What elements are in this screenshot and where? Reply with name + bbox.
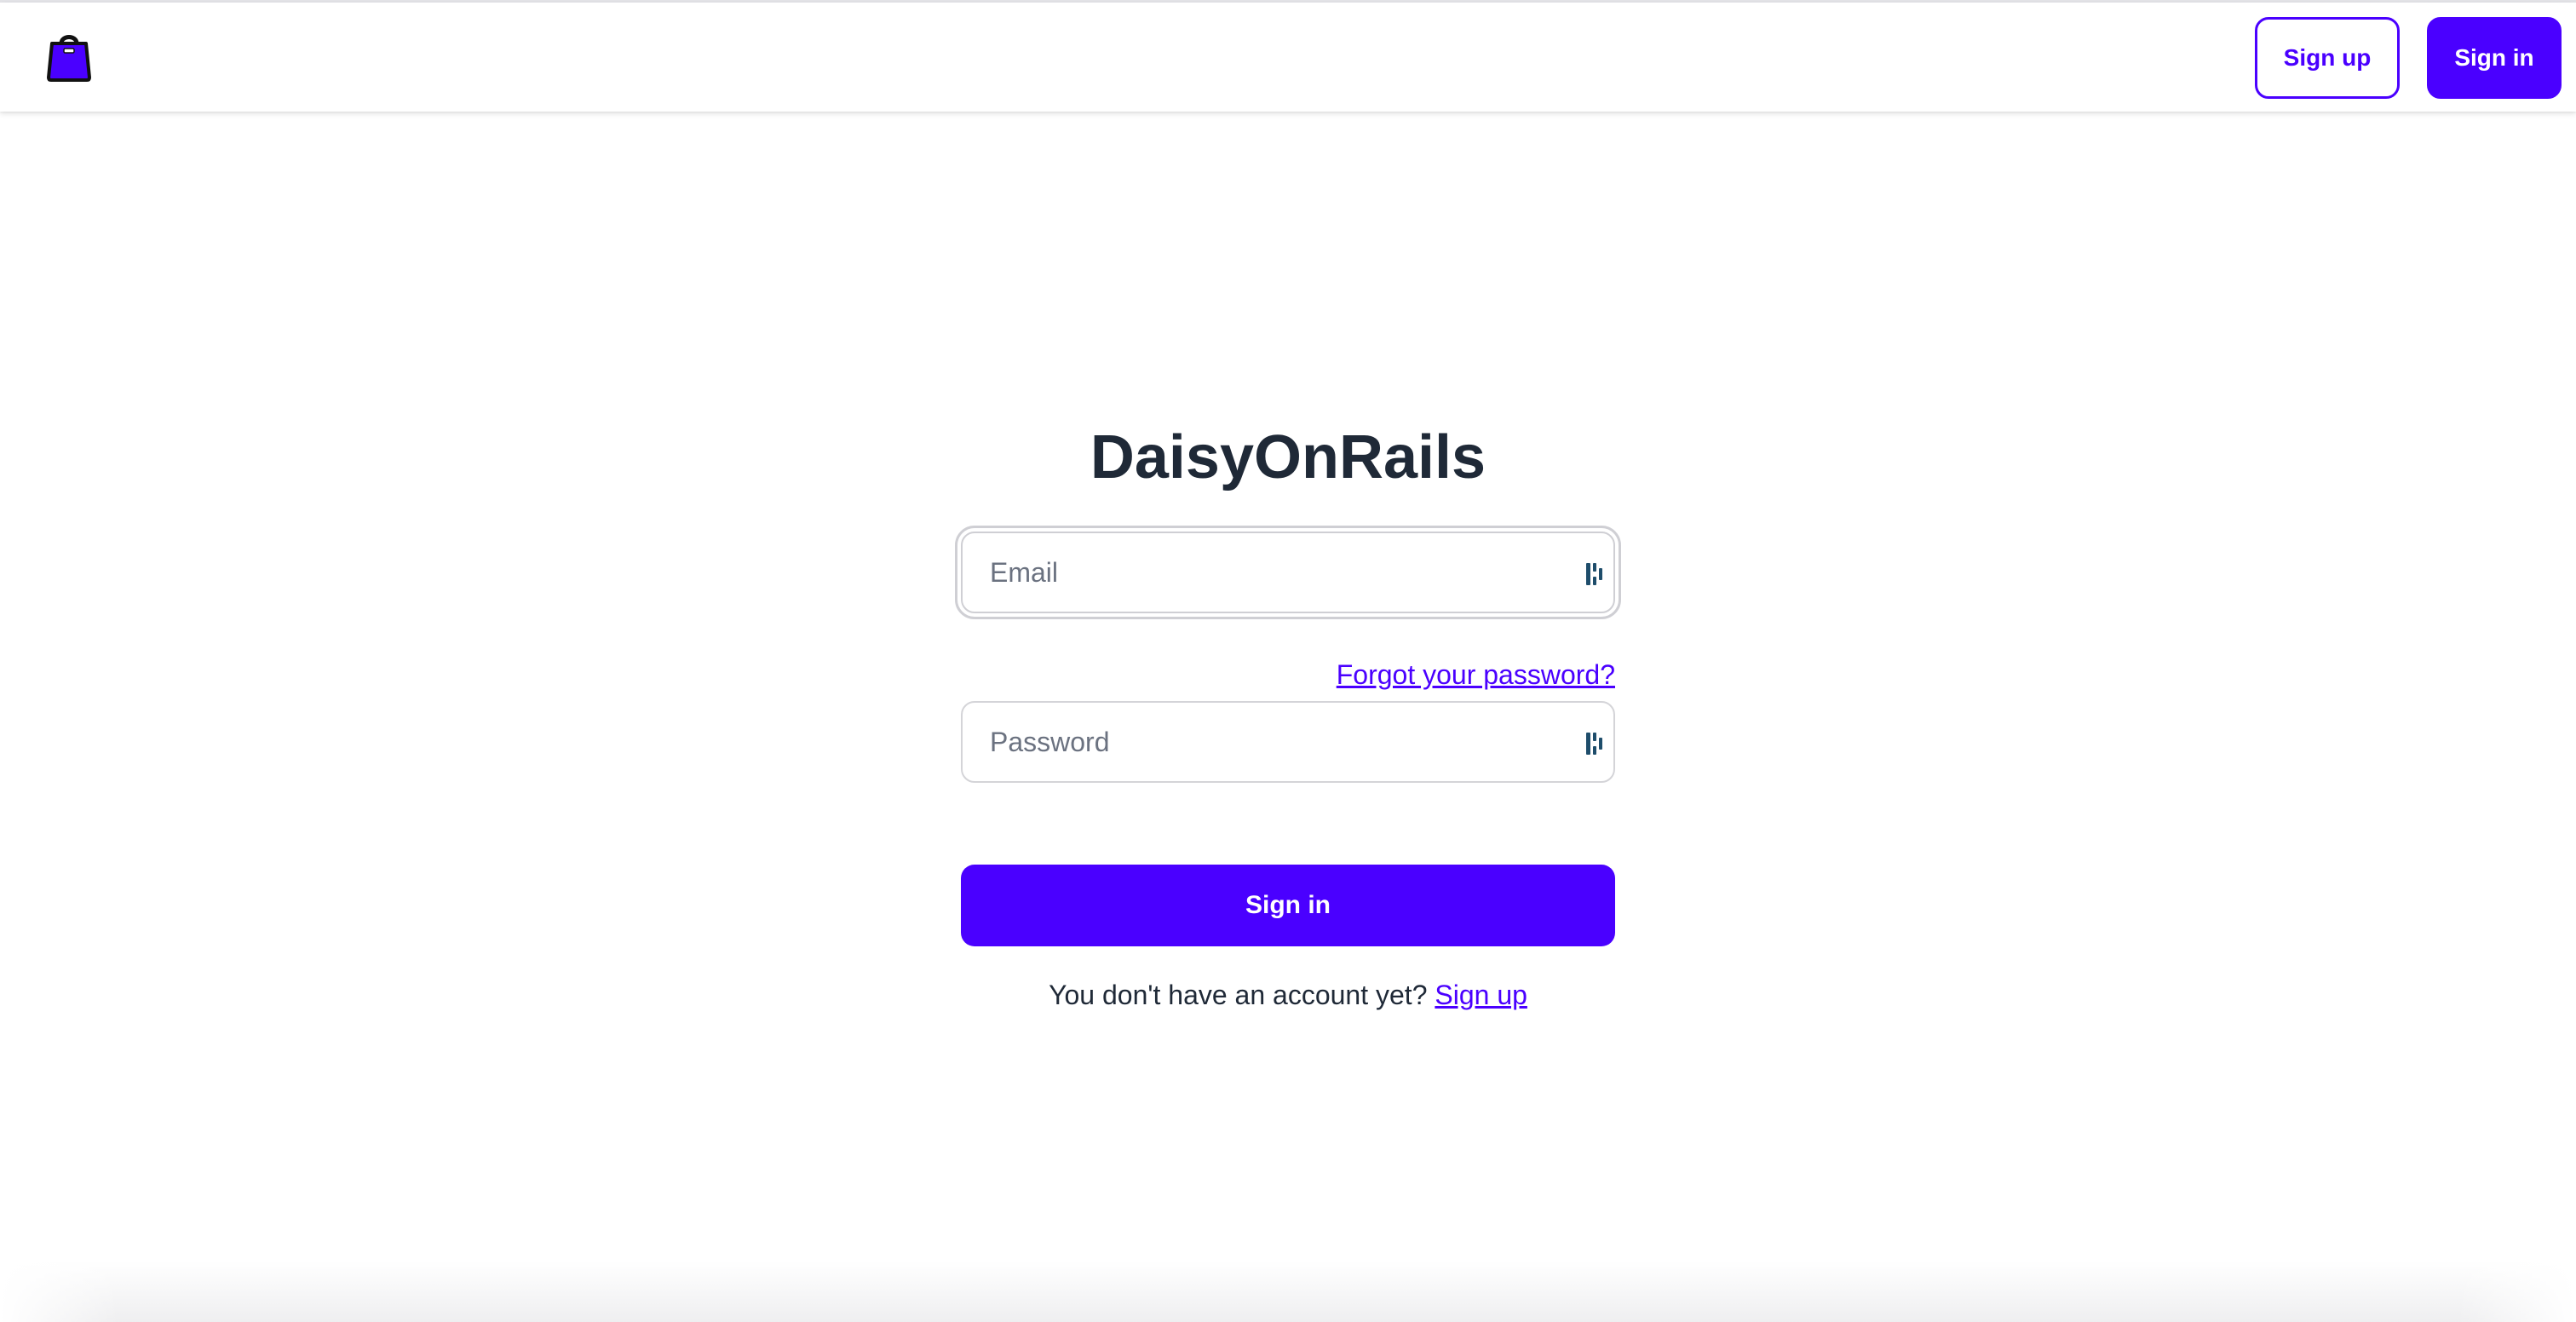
page: Sign up Sign in DaisyOnRails Forgot your…: [0, 0, 2576, 1322]
submit-sign-in-button[interactable]: Sign in: [961, 865, 1615, 946]
password-manager-icon[interactable]: [1584, 731, 1605, 756]
password-manager-icon[interactable]: [1584, 561, 1605, 587]
bottom-shadow: [0, 1261, 2576, 1322]
password-field[interactable]: [963, 703, 1613, 781]
sign-in-button[interactable]: Sign in: [2427, 17, 2562, 99]
no-account-prompt: You don't have an account yet? Sign up: [961, 978, 1615, 1012]
sign-up-link[interactable]: Sign up: [1435, 980, 1527, 1010]
email-field-wrapper: [955, 526, 1621, 619]
no-account-text: You don't have an account yet?: [1049, 980, 1435, 1010]
forgot-password-link[interactable]: Forgot your password?: [1337, 658, 1615, 692]
email-field[interactable]: [963, 533, 1613, 612]
shopping-bag-icon[interactable]: [44, 30, 94, 83]
navbar: Sign up Sign in: [0, 3, 2576, 112]
password-field-wrapper: [961, 701, 1615, 783]
sign-up-button[interactable]: Sign up: [2255, 17, 2400, 99]
page-title: DaisyOnRails: [1090, 423, 1486, 491]
